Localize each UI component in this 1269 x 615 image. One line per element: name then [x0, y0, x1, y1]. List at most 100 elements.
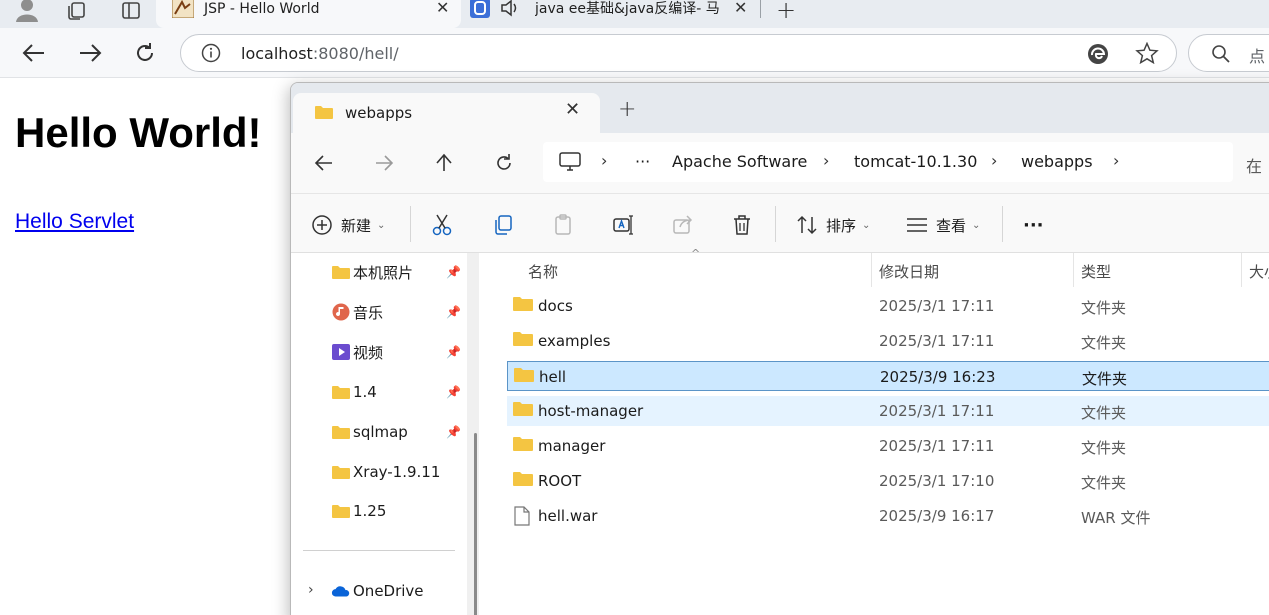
pin-icon[interactable]: 📌	[446, 345, 461, 359]
file-list: ^ 名称 修改日期 类型 大小 docs 2025/3/1 17:11 文件夹 …	[487, 247, 1269, 615]
file-row-manager[interactable]: manager 2025/3/1 17:11 文件夹	[507, 431, 1269, 461]
address-bar[interactable]: localhost:8080/hell/	[180, 34, 1177, 72]
file-row-hell[interactable]: hell 2025/3/9 16:23 文件夹	[507, 361, 1269, 391]
file-modified: 2025/3/1 17:11	[879, 437, 995, 455]
chevron-down-icon: ⌄	[972, 219, 981, 231]
tab-java-ee[interactable]: java ee基础&java反编译- 马 ✕	[464, 0, 760, 28]
file-type: 文件夹	[1081, 299, 1127, 317]
delete-button[interactable]	[732, 212, 752, 238]
explorer-back-icon[interactable]	[310, 149, 338, 177]
tab-close-icon[interactable]: ✕	[734, 0, 747, 16]
nav-item-label: 本机照片	[353, 263, 414, 282]
forward-arrow-icon[interactable]	[76, 39, 104, 67]
edge-app-icon[interactable]	[1087, 43, 1109, 65]
breadcrumb-webapps[interactable]: webapps	[1021, 152, 1093, 171]
url-text[interactable]: localhost:8080/hell/	[241, 44, 399, 63]
explorer-new-tab-icon[interactable]: +	[618, 97, 636, 122]
sort-button[interactable]: 排序 ⌄	[796, 212, 870, 238]
hello-servlet-link[interactable]: Hello Servlet	[15, 210, 134, 234]
tab-separator	[760, 0, 761, 18]
refresh-icon[interactable]	[131, 39, 159, 67]
share-button[interactable]	[672, 212, 694, 238]
column-divider[interactable]	[1241, 253, 1242, 287]
pin-icon[interactable]: 📌	[446, 385, 461, 399]
sort-ascending-icon: ^	[691, 247, 701, 260]
nav-item-1-25[interactable]: 1.25	[331, 499, 386, 523]
cut-button[interactable]	[432, 212, 452, 238]
file-name: hell	[539, 368, 567, 386]
file-row-hell-war[interactable]: hell.war 2025/3/9 16:17 WAR 文件	[507, 501, 1269, 531]
nav-item-xray[interactable]: Xray-1.9.11	[331, 460, 440, 484]
sort-label: 排序	[826, 216, 857, 235]
explorer-forward-icon[interactable]	[370, 149, 398, 177]
nav-item-local-photos[interactable]: 本机照片	[331, 260, 413, 284]
nav-item-label: 1.25	[353, 502, 387, 520]
nav-item-label: 音乐	[353, 303, 384, 322]
breadcrumb-tomcat[interactable]: tomcat-10.1.30	[854, 152, 977, 171]
new-tab-icon[interactable]: +	[776, 0, 796, 24]
vertical-tabs-icon[interactable]	[118, 0, 144, 22]
explorer-title-bar: webapps ✕ +	[291, 83, 1269, 133]
breadcrumb-chevron-icon[interactable]: ›	[601, 151, 607, 170]
explorer-address-bar[interactable]: › ··· Apache Software › tomcat-10.1.30 ›…	[543, 142, 1233, 182]
column-header-modified[interactable]: 修改日期	[879, 261, 939, 282]
nav-item-sqlmap[interactable]: sqlmap	[331, 420, 408, 444]
new-button[interactable]: 新建 ⌄	[311, 212, 385, 238]
profile-avatar-icon[interactable]	[12, 0, 42, 22]
view-button[interactable]: 查看 ⌄	[906, 212, 980, 238]
browser-toolbar: localhost:8080/hell/ 点	[0, 28, 1269, 78]
pin-icon[interactable]: 📌	[446, 305, 461, 319]
paste-icon	[553, 214, 573, 236]
explorer-search-hint[interactable]: 在	[1246, 153, 1262, 177]
tab-close-icon[interactable]: ✕	[436, 0, 454, 18]
nav-item-1-4[interactable]: 1.4	[331, 380, 377, 404]
explorer-tab-close-icon[interactable]: ✕	[565, 99, 580, 120]
browser-search-box[interactable]: 点	[1188, 34, 1269, 72]
tab-jsp-hello-world[interactable]: JSP - Hello World ✕	[156, 0, 461, 28]
workspaces-icon[interactable]	[64, 0, 90, 22]
pin-icon[interactable]: 📌	[446, 425, 461, 439]
column-header-size[interactable]: 大小	[1249, 261, 1269, 282]
folder-icon	[514, 367, 534, 387]
column-divider[interactable]	[871, 253, 872, 287]
folder-icon	[513, 331, 533, 351]
folder-icon	[331, 262, 351, 282]
file-modified: 2025/3/9 16:17	[879, 507, 995, 525]
explorer-up-icon[interactable]	[430, 149, 458, 177]
nav-item-video[interactable]: 视频	[331, 340, 383, 364]
url-host: localhost	[241, 44, 313, 63]
audio-playing-icon[interactable]	[500, 0, 522, 17]
navigation-scrollbar[interactable]	[467, 253, 479, 615]
share-icon	[672, 214, 694, 236]
column-header-name[interactable]: 名称	[528, 261, 558, 282]
file-row-root[interactable]: ROOT 2025/3/1 17:10 文件夹	[507, 466, 1269, 496]
explorer-tab-webapps[interactable]: webapps ✕	[293, 93, 600, 133]
breadcrumb-overflow[interactable]: ···	[635, 152, 650, 171]
breadcrumb-apache-software[interactable]: Apache Software	[672, 152, 807, 171]
file-row-docs[interactable]: docs 2025/3/1 17:11 文件夹	[507, 291, 1269, 321]
breadcrumb-chevron-icon[interactable]: ›	[823, 151, 829, 170]
file-row-examples[interactable]: examples 2025/3/1 17:11 文件夹	[507, 326, 1269, 356]
copy-button[interactable]	[493, 212, 513, 238]
breadcrumb-chevron-icon[interactable]: ›	[1113, 151, 1119, 170]
more-options-button[interactable]: ···	[1023, 212, 1044, 238]
chevron-right-icon[interactable]: ›	[308, 582, 314, 598]
breadcrumb-chevron-icon[interactable]: ›	[991, 151, 997, 170]
paste-button[interactable]	[553, 212, 573, 238]
nav-item-music[interactable]: 音乐	[331, 300, 383, 324]
favorite-star-icon[interactable]	[1135, 42, 1159, 64]
file-type: 文件夹	[1081, 334, 1127, 352]
folder-icon	[331, 501, 351, 521]
back-arrow-icon[interactable]	[20, 39, 48, 67]
file-name: hell.war	[538, 507, 598, 525]
pin-icon[interactable]: 📌	[446, 265, 461, 279]
explorer-refresh-icon[interactable]	[490, 149, 518, 177]
rename-button[interactable]	[612, 212, 634, 238]
nav-item-label: 1.4	[353, 383, 377, 401]
column-header-type[interactable]: 类型	[1081, 261, 1111, 282]
nav-item-onedrive[interactable]: OneDrive	[331, 579, 424, 603]
site-info-icon[interactable]	[201, 43, 221, 63]
scrollbar-thumb[interactable]	[474, 433, 477, 615]
file-row-host-manager[interactable]: host-manager 2025/3/1 17:11 文件夹	[507, 396, 1269, 426]
column-divider[interactable]	[1073, 253, 1074, 287]
